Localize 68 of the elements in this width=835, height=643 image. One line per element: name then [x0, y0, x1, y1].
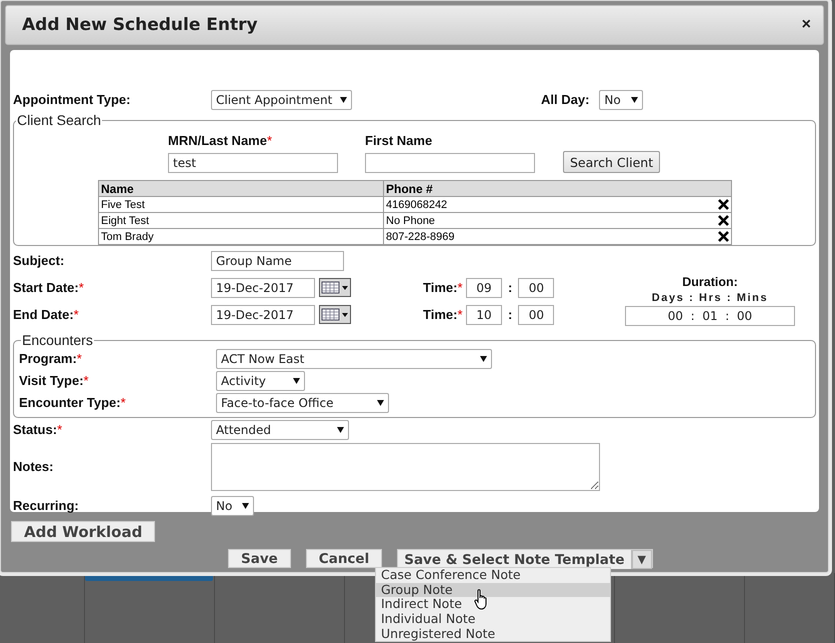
table-cell: Five Test — [98, 196, 384, 212]
text-field[interactable]: test — [168, 153, 338, 173]
duration-label: Duration: — [682, 275, 738, 289]
dropdown-toggle[interactable]: ▼ — [630, 550, 652, 569]
remove-icon[interactable] — [718, 215, 729, 226]
text-field[interactable]: Group Name — [211, 251, 344, 271]
dropdown[interactable]: ACT Now East — [216, 349, 492, 369]
dropdown[interactable]: Face-to-face Office — [216, 393, 389, 413]
hour-field[interactable]: 09 — [466, 278, 502, 298]
menu-item[interactable]: Group Note — [376, 582, 610, 598]
field-label: All Day: — [541, 92, 590, 107]
field-label: Status:* — [13, 422, 62, 437]
remove-icon[interactable] — [718, 199, 729, 210]
field-label: Start Date:* — [13, 280, 84, 294]
notes-field[interactable] — [211, 443, 600, 491]
caret-icon — [337, 427, 344, 433]
field-label: Recurring: — [13, 498, 79, 513]
dialog-title: Add New Schedule Entry — [22, 15, 258, 35]
field-label: Encounter Type:* — [19, 395, 126, 410]
caret-icon — [340, 97, 347, 103]
minute-field[interactable]: 00 — [518, 304, 554, 324]
close-button[interactable]: × — [802, 16, 811, 34]
hour-field[interactable]: 10 — [466, 304, 502, 324]
section-legend: Client Search — [16, 112, 102, 128]
dropdown[interactable]: Client Appointment — [211, 90, 352, 110]
field-label: End Date:* — [13, 306, 79, 322]
remove-icon[interactable] — [718, 231, 729, 242]
caret-icon — [293, 378, 300, 384]
search-client-button[interactable]: Search Client — [563, 151, 660, 173]
field-label: Time:* — [423, 280, 462, 294]
field-label: Notes: — [13, 459, 54, 474]
caret-icon — [377, 400, 384, 406]
dropdown[interactable]: Attended — [211, 420, 349, 440]
field-label: Time:* — [423, 306, 462, 322]
add-workload-button[interactable]: Add Workload — [11, 521, 156, 542]
dropdown[interactable]: No — [599, 90, 644, 110]
section-legend: Encounters — [21, 332, 94, 348]
date-field[interactable]: 19-Dec-2017 — [211, 278, 315, 298]
duration-field[interactable]: 00 : 01 : 00 — [625, 306, 795, 326]
caret-icon — [242, 503, 249, 509]
minute-field[interactable]: 00 — [518, 278, 554, 298]
field-label: Subject: — [13, 253, 64, 268]
field-label: First Name — [365, 133, 432, 148]
caret-icon — [631, 97, 638, 103]
column-header: Name — [98, 180, 384, 196]
calendar-icon[interactable] — [319, 305, 351, 324]
duration-units: Days : Hrs : Mins — [652, 292, 768, 304]
field-label: Appointment Type: — [13, 92, 130, 107]
dropdown[interactable]: Activity — [216, 371, 305, 391]
date-field[interactable]: 19-Dec-2017 — [211, 304, 315, 324]
time-separator: : — [508, 307, 512, 322]
menu-item[interactable]: Indirect Note — [376, 597, 610, 612]
cancel-button[interactable]: Cancel — [306, 549, 382, 568]
menu-item[interactable]: Individual Note — [376, 612, 610, 627]
table-cell: Eight Test — [98, 212, 384, 228]
text-field[interactable] — [365, 153, 535, 173]
field-label: Program:* — [19, 351, 82, 366]
time-separator: : — [508, 280, 512, 295]
dropdown[interactable]: No — [211, 496, 254, 516]
field-label: MRN/Last Name* — [168, 133, 272, 148]
menu-item[interactable]: Case Conference Note — [376, 568, 610, 583]
caret-icon — [480, 356, 487, 362]
save-button[interactable]: Save — [228, 549, 291, 568]
field-label: Visit Type:* — [19, 373, 89, 388]
table-cell: Tom Brady — [98, 228, 384, 244]
calendar-icon[interactable] — [319, 278, 351, 297]
menu-item[interactable]: Unregistered Note — [376, 626, 610, 642]
column-header: Phone # — [384, 180, 732, 196]
